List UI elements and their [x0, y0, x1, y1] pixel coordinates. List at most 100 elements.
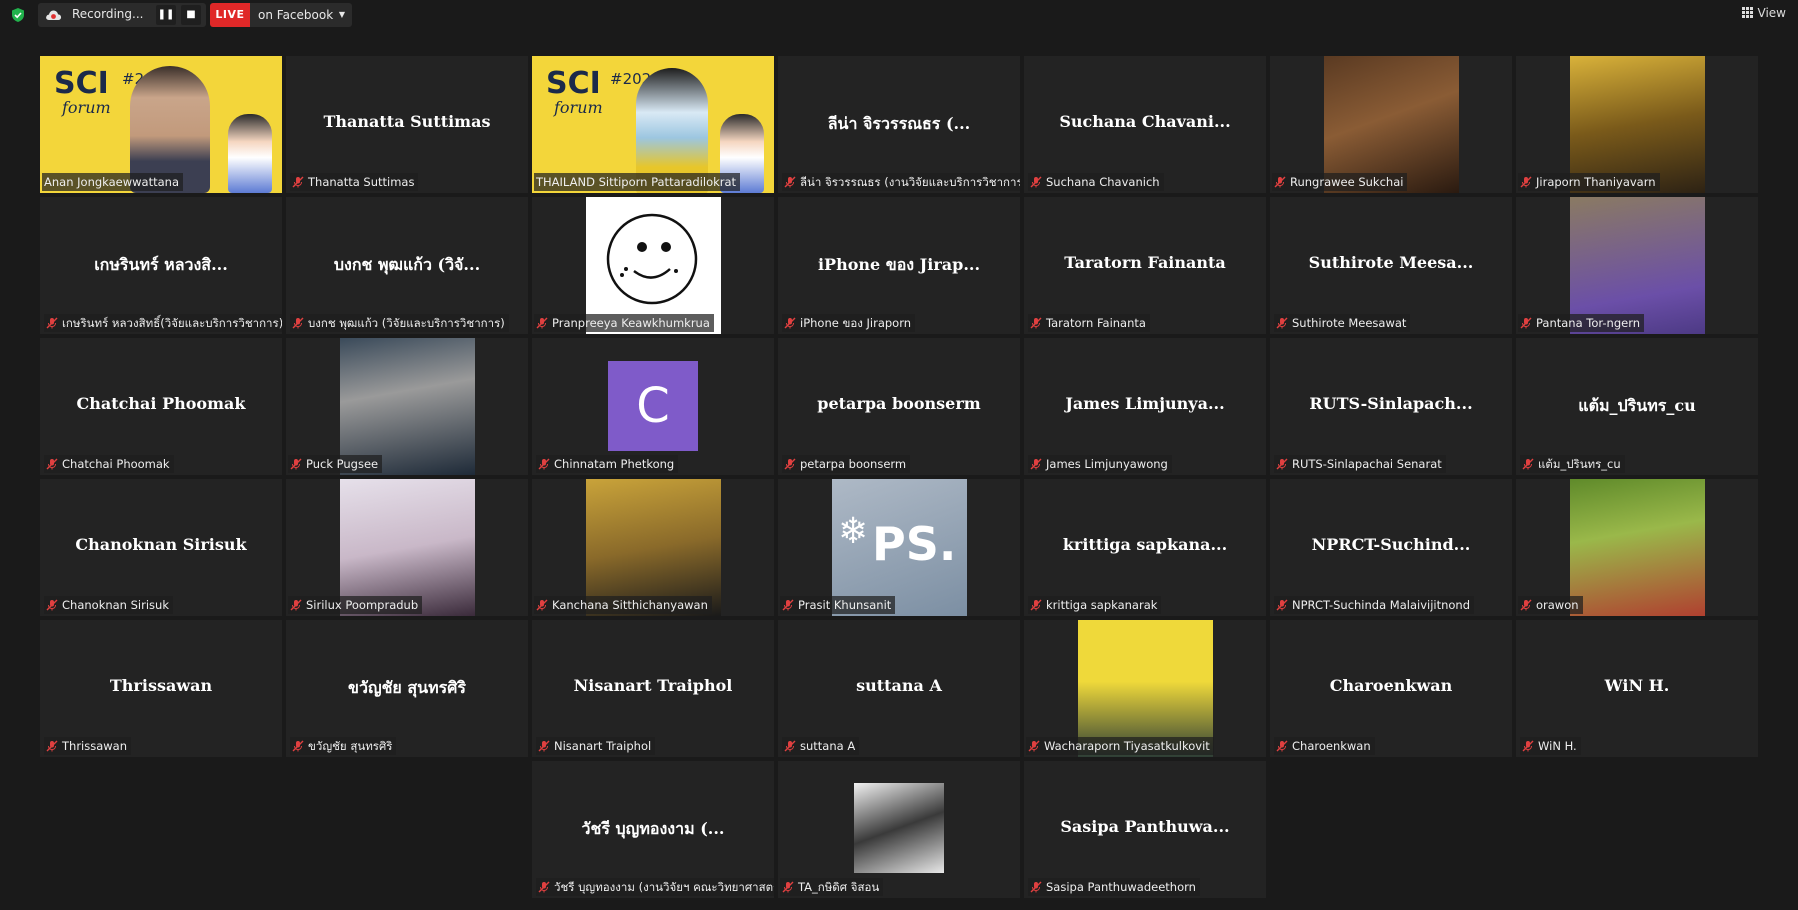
- participant-tile[interactable]: เกษรินทร์ หลวงสิ... เกษรินทร์ หลวงสิทธิ์(…: [40, 197, 282, 334]
- participant-name-text: Sasipa Panthuwadeethorn: [1046, 880, 1196, 894]
- participant-tile[interactable]: Chatchai Phoomak Chatchai Phoomak: [40, 338, 282, 475]
- participant-tile[interactable]: Sirilux Poompradub: [286, 479, 528, 616]
- participant-display-name: Thrissawan: [109, 676, 213, 695]
- participant-tile[interactable]: Thanatta Suttimas Thanatta Suttimas: [286, 56, 528, 193]
- participant-tile[interactable]: NPRCT-Suchind... NPRCT-Suchinda Malaiviji…: [1270, 479, 1512, 616]
- participant-tile[interactable]: SCI forum #20 Anan Jongkaewwattana: [40, 56, 282, 193]
- recording-label: Recording...: [72, 7, 144, 21]
- view-label: View: [1757, 6, 1786, 20]
- view-button[interactable]: View: [1741, 6, 1786, 24]
- participant-tile[interactable]: suttana A suttana A: [778, 620, 1020, 757]
- participant-display-name: บงกช พุฒแก้ว (วิจั...: [333, 255, 481, 274]
- participant-tile[interactable]: C Chinnatam Phetkong: [532, 338, 774, 475]
- participant-tile[interactable]: ลีน่า จิรวรรณธร (... ลีน่า จิรวรรณธร (งาน…: [778, 56, 1020, 193]
- pause-recording-button[interactable]: ❚❚: [156, 5, 176, 25]
- participant-name-text: James Limjunyawong: [1046, 457, 1168, 471]
- participant-name-text: วัชรี บุญทองงาม (งานวิจัยฯ คณะวิทยาศาสตร…: [554, 880, 774, 894]
- muted-mic-icon: [538, 880, 550, 893]
- participant-name-label: orawon: [1518, 596, 1583, 614]
- muted-mic-icon: [292, 739, 304, 752]
- muted-mic-icon: [782, 598, 794, 611]
- participant-tile[interactable]: Nisanart Traiphol Nisanart Traiphol: [532, 620, 774, 757]
- participant-display-name: แต้ม_ปรินทร_cu: [1578, 396, 1696, 415]
- participant-tile[interactable]: James Limjunya... James Limjunyawong: [1024, 338, 1266, 475]
- shield-check-icon[interactable]: [10, 7, 26, 23]
- participant-tile[interactable]: Jiraporn Thaniyavarn: [1516, 56, 1758, 193]
- participant-name-label: Thrissawan: [44, 737, 132, 755]
- participant-tile[interactable]: Puck Pugsee: [286, 338, 528, 475]
- participant-name-text: Puck Pugsee: [306, 457, 379, 471]
- participant-name-text: Nisanart Traiphol: [554, 739, 652, 753]
- participant-name-text: Suthirote Meesawat: [1292, 316, 1407, 330]
- participant-tile[interactable]: Kanchana Sitthichanyawan: [532, 479, 774, 616]
- participant-name-label: RUTS-Sinlapachai Senarat: [1274, 455, 1446, 473]
- participant-tile[interactable]: วัชรี บุญทองงาม (... วัชรี บุญทองงาม (งาน…: [532, 761, 774, 898]
- muted-mic-icon: [784, 739, 796, 752]
- participant-tile[interactable]: petarpa boonserm petarpa boonserm: [778, 338, 1020, 475]
- gallery-view-grid: SCI forum #20 Anan Jongkaewwattana Thanatta …: [40, 56, 1758, 898]
- participant-tile[interactable]: Rungrawee Sukchai: [1270, 56, 1512, 193]
- participant-name-text: Rungrawee Sukchai: [1290, 175, 1404, 189]
- muted-mic-icon: [1520, 316, 1532, 329]
- muted-mic-icon: [290, 598, 302, 611]
- participant-name-label: เกษรินทร์ หลวงสิทธิ์(วิจัยและบริการวิชาก…: [44, 314, 282, 332]
- participant-name-label: WiN H.: [1520, 737, 1581, 755]
- muted-mic-icon: [1522, 457, 1534, 470]
- muted-mic-icon: [1276, 457, 1288, 470]
- participant-name-text: petarpa boonserm: [800, 457, 907, 471]
- participant-tile[interactable]: Pantana Tor-ngern: [1516, 197, 1758, 334]
- participant-tile[interactable]: TA_กษิดิศ จิสอน: [778, 761, 1020, 898]
- muted-mic-icon: [536, 598, 548, 611]
- participant-tile[interactable]: Pranpreeya Keawkhumkrua: [532, 197, 774, 334]
- snowflake-icon: ❄: [838, 511, 869, 552]
- participant-name-label: THAILAND Sittiporn Pattaradilokrat: [534, 173, 741, 191]
- participant-tile[interactable]: SCI forum #202 THAILAND Sittiporn Pattaradi…: [532, 56, 774, 193]
- participant-name-text: orawon: [1536, 598, 1579, 612]
- participant-tile[interactable]: krittiga sapkana... krittiga sapkanarak: [1024, 479, 1266, 616]
- participant-tile[interactable]: RUTS-Sinlapach... RUTS-Sinlapachai Senara…: [1270, 338, 1512, 475]
- participant-name-label: Pranpreeya Keawkhumkrua: [534, 314, 714, 332]
- participant-tile[interactable]: Chanoknan Sirisuk Chanoknan Sirisuk: [40, 479, 282, 616]
- participant-display-name: petarpa boonserm: [817, 394, 981, 413]
- participant-name-label: Chinnatam Phetkong: [536, 455, 679, 473]
- participant-name-label: วัชรี บุญทองงาม (งานวิจัยฯ คณะวิทยาศาสตร…: [536, 878, 774, 896]
- participant-name-label: บงกช พุฒแก้ว (วิจัยและบริการวิชาการ): [290, 314, 509, 332]
- muted-mic-icon: [784, 175, 796, 188]
- muted-mic-icon: [1030, 175, 1042, 188]
- participant-name-text: Thrissawan: [62, 739, 128, 753]
- participant-tile[interactable]: Suthirote Meesa... Suthirote Meesawat: [1270, 197, 1512, 334]
- participant-name-text: บงกช พุฒแก้ว (วิจัยและบริการวิชาการ): [308, 316, 505, 330]
- participant-tile[interactable]: iPhone ของ Jirap... iPhone ของ Jiraporn: [778, 197, 1020, 334]
- participant-name-label: James Limjunyawong: [1028, 455, 1172, 473]
- muted-mic-icon: [536, 316, 548, 329]
- participant-name-text: Pantana Tor-ngern: [1536, 316, 1641, 330]
- participant-name-label: Nisanart Traiphol: [536, 737, 656, 755]
- participant-name-text: Pranpreeya Keawkhumkrua: [552, 316, 710, 330]
- participant-tile[interactable]: Wacharaporn Tiyasatkulkovit: [1024, 620, 1266, 757]
- participant-name-label: Rungrawee Sukchai: [1272, 173, 1408, 191]
- participant-tile[interactable]: Charoenkwan Charoenkwan: [1270, 620, 1512, 757]
- participant-name-text: THAILAND Sittiporn Pattaradilokrat: [536, 175, 737, 189]
- participant-tile[interactable]: บงกช พุฒแก้ว (วิจั... บงกช พุฒแก้ว (วิจัย…: [286, 197, 528, 334]
- participant-display-name: Suthirote Meesa...: [1308, 253, 1474, 272]
- muted-mic-icon: [1520, 175, 1532, 188]
- participant-tile[interactable]: ขวัญชัย สุนทรศิริ ขวัญชัย สุนทรศิริ: [286, 620, 528, 757]
- participant-name-label: Anan Jongkaewwattana: [42, 173, 184, 191]
- participant-name-text: TA_กษิดิศ จิสอน: [798, 880, 880, 894]
- muted-mic-icon: [1030, 316, 1042, 329]
- participant-display-name: iPhone ของ Jirap...: [817, 255, 981, 274]
- recording-indicator[interactable]: Recording... ❚❚ ■: [38, 3, 206, 27]
- stop-recording-button[interactable]: ■: [181, 5, 201, 25]
- participant-tile[interactable]: Thrissawan Thrissawan: [40, 620, 282, 757]
- participant-tile[interactable]: WiN H. WiN H.: [1516, 620, 1758, 757]
- participant-name-label: Jiraporn Thaniyavarn: [1518, 173, 1660, 191]
- participant-tile[interactable]: Sasipa Panthuwa... Sasipa Panthuwadeethor…: [1024, 761, 1266, 898]
- participant-photo: [854, 783, 944, 873]
- live-target-dropdown[interactable]: on Facebook ▼: [250, 3, 352, 27]
- participant-tile[interactable]: Suchana Chavani... Suchana Chavanich: [1024, 56, 1266, 193]
- participant-tile[interactable]: Taratorn Fainanta Taratorn Fainanta: [1024, 197, 1266, 334]
- participant-tile[interactable]: PS. ❄ Prasit Khunsanit: [778, 479, 1020, 616]
- participant-name-text: WiN H.: [1538, 739, 1577, 753]
- participant-tile[interactable]: orawon: [1516, 479, 1758, 616]
- participant-tile[interactable]: แต้ม_ปรินทร_cu แต้ม_ปรินทร_cu: [1516, 338, 1758, 475]
